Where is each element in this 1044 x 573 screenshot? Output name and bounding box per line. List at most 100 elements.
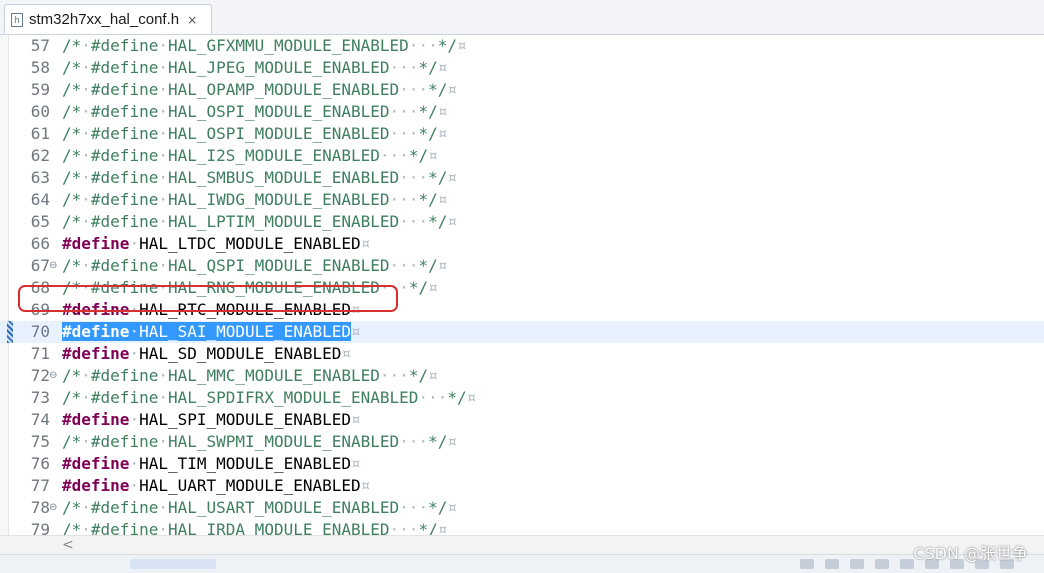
line-number: 62	[30, 146, 50, 165]
code-line[interactable]: 60 /*·#define·HAL_OSPI_MODULE_ENABLED···*…	[0, 101, 1044, 123]
whitespace-mark: ·	[158, 520, 168, 535]
code-line[interactable]: 75/*·#define·HAL_SWPMI_MODULE_ENABLED···…	[0, 431, 1044, 453]
macro-name: HAL_LTDC_MODULE_ENABLED	[139, 234, 361, 253]
status-bar-item[interactable]	[825, 559, 839, 569]
whitespace-mark: ·	[158, 58, 168, 77]
status-bar-item[interactable]	[800, 559, 814, 569]
comment-text: /*·#define·HAL_JPEG_MODULE_ENABLED···*/¤	[62, 58, 448, 77]
eol-mark: ¤	[437, 256, 448, 275]
code-line[interactable]: 76 #define·HAL_TIM_MODULE_ENABLED¤	[0, 453, 1044, 475]
whitespace-mark: ·	[81, 58, 91, 77]
eol-mark: ¤	[437, 190, 448, 209]
code-line[interactable]: 77 #define·HAL_UART_MODULE_ENABLED¤	[0, 475, 1044, 497]
line-number: 57	[30, 36, 50, 55]
line-number: 67	[30, 256, 50, 275]
code-line[interactable]: 58/*·#define·HAL_JPEG_MODULE_ENABLED···*…	[0, 57, 1044, 79]
comment-text: /*·#define·HAL_QSPI_MODULE_ENABLED···*/¤	[62, 256, 448, 275]
line-number: 60	[30, 102, 50, 121]
eol-mark: ¤	[341, 344, 352, 363]
code-text: /*·#define·HAL_IRDA_MODULE_ENABLED···*/¤	[62, 519, 447, 535]
code-line[interactable]: 63 /*·#define·HAL_SMBUS_MODULE_ENABLED···…	[0, 167, 1044, 189]
whitespace-mark: ···	[399, 168, 429, 187]
code-line[interactable]: 64/*·#define·HAL_IWDG_MODULE_ENABLED···*…	[0, 189, 1044, 211]
header-file-icon: h	[11, 12, 23, 27]
code-text: /*·#define·HAL_OPAMP_MODULE_ENABLED···*/…	[62, 79, 457, 101]
code-text: #define·HAL_SD_MODULE_ENABLED¤	[62, 343, 351, 365]
code-line[interactable]: 78 ⊖/*·#define·HAL_USART_MODULE_ENABLED··…	[0, 497, 1044, 519]
annotation-highlight-box	[18, 285, 398, 312]
define-keyword: #define	[62, 476, 130, 495]
whitespace-mark: ···	[389, 102, 419, 121]
code-line[interactable]: 74 #define·HAL_SPI_MODULE_ENABLED¤	[0, 409, 1044, 431]
whitespace-mark: ·	[81, 498, 91, 517]
line-number: 63	[30, 168, 50, 187]
whitespace-mark: ···	[399, 212, 429, 231]
code-line[interactable]: 71 #define·HAL_SD_MODULE_ENABLED¤	[0, 343, 1044, 365]
code-text: #define·HAL_SAI_MODULE_ENABLED¤	[62, 321, 361, 343]
code-line[interactable]: 57 /*·#define·HAL_GFXMMU_MODULE_ENABLED··…	[0, 35, 1044, 57]
line-number: 58	[30, 58, 50, 77]
define-keyword: #define	[62, 322, 130, 341]
whitespace-mark: ·	[158, 498, 168, 517]
code-text: /*·#define·HAL_I2S_MODULE_ENABLED···*/¤	[62, 145, 438, 167]
whitespace-mark: ·	[158, 190, 168, 209]
close-icon[interactable]: ×	[187, 13, 197, 27]
tab-stm32h7xx-hal-conf[interactable]: h stm32h7xx_hal_conf.h ×	[4, 4, 212, 34]
line-number: 75	[30, 432, 50, 451]
status-bar-item[interactable]	[900, 559, 914, 569]
code-line[interactable]: 73/*·#define·HAL_SPDIFRX_MODULE_ENABLED·…	[0, 387, 1044, 409]
whitespace-mark: ···	[389, 124, 419, 143]
eol-mark: ¤	[447, 168, 457, 187]
whitespace-mark: ·	[158, 124, 168, 143]
code-line[interactable]: 79/*·#define·HAL_IRDA_MODULE_ENABLED···*…	[0, 519, 1044, 535]
status-bar-item[interactable]	[850, 559, 864, 569]
status-bar-item[interactable]	[130, 559, 216, 569]
code-line[interactable]: 59/*·#define·HAL_OPAMP_MODULE_ENABLED···…	[0, 79, 1044, 101]
status-bar-item[interactable]	[875, 559, 889, 569]
comment-text: /*·#define·HAL_OPAMP_MODULE_ENABLED···*/…	[62, 80, 457, 99]
comment-text: /*·#define·HAL_SPDIFRX_MODULE_ENABLED···…	[62, 388, 477, 407]
whitespace-mark: ·	[81, 212, 91, 231]
comment-text: /*·#define·HAL_USART_MODULE_ENABLED···*/…	[62, 498, 457, 517]
macro-name: HAL_UART_MODULE_ENABLED	[139, 476, 361, 495]
code-line[interactable]: 70 #define·HAL_SAI_MODULE_ENABLED¤	[0, 321, 1044, 343]
code-line[interactable]: 65/*·#define·HAL_LPTIM_MODULE_ENABLED···…	[0, 211, 1044, 233]
code-line[interactable]: 67 ⊖ /*·#define·HAL_QSPI_MODULE_ENABLED···…	[0, 255, 1044, 277]
whitespace-mark: ·	[158, 36, 168, 55]
whitespace-mark: ···	[389, 58, 419, 77]
eol-mark: ¤	[351, 322, 361, 341]
whitespace-mark: ·	[81, 388, 91, 407]
eol-mark: ¤	[466, 388, 477, 407]
whitespace-mark: ·	[129, 322, 140, 341]
eol-mark: ¤	[456, 36, 467, 55]
whitespace-mark: ···	[379, 366, 409, 385]
code-line[interactable]: 72 ⊖/*·#define·HAL_MMC_MODULE_ENABLED···*…	[0, 365, 1044, 387]
status-bar	[0, 554, 1044, 573]
horizontal-scrollbar[interactable]: <	[0, 535, 1044, 554]
fold-collapse-icon[interactable]: ⊖	[49, 497, 57, 519]
whitespace-mark: ·	[158, 432, 168, 451]
comment-text: /*·#define·HAL_GFXMMU_MODULE_ENABLED···*…	[62, 36, 467, 55]
eol-mark: ¤	[428, 146, 438, 165]
fold-collapse-icon[interactable]: ⊖	[49, 365, 57, 387]
whitespace-mark: ·	[129, 234, 140, 253]
code-line[interactable]: 62 /*·#define·HAL_I2S_MODULE_ENABLED···*/…	[0, 145, 1044, 167]
comment-text: /*·#define·HAL_SMBUS_MODULE_ENABLED···*/…	[62, 168, 457, 187]
code-text: /*·#define·HAL_GFXMMU_MODULE_ENABLED···*…	[62, 35, 467, 57]
current-line-marker	[7, 321, 13, 343]
line-number: 78	[30, 498, 50, 517]
define-keyword: #define	[62, 344, 130, 363]
whitespace-mark: ···	[399, 80, 429, 99]
selected-text[interactable]: #define·HAL_SAI_MODULE_ENABLED	[62, 322, 351, 341]
line-number: 76	[30, 454, 50, 473]
whitespace-mark: ·	[81, 190, 91, 209]
whitespace-mark: ·	[129, 410, 140, 429]
fold-collapse-icon[interactable]: ⊖	[49, 255, 57, 277]
comment-text: /*·#define·HAL_LPTIM_MODULE_ENABLED···*/…	[62, 212, 457, 231]
code-line[interactable]: 61/*·#define·HAL_OSPI_MODULE_ENABLED···*…	[0, 123, 1044, 145]
code-line[interactable]: 66 #define·HAL_LTDC_MODULE_ENABLED¤	[0, 233, 1044, 255]
code-text: /*·#define·HAL_OSPI_MODULE_ENABLED···*/¤	[62, 101, 447, 123]
scroll-left-icon[interactable]: <	[62, 536, 74, 554]
code-text: #define·HAL_TIM_MODULE_ENABLED¤	[62, 453, 361, 475]
whitespace-mark: ·	[129, 476, 140, 495]
